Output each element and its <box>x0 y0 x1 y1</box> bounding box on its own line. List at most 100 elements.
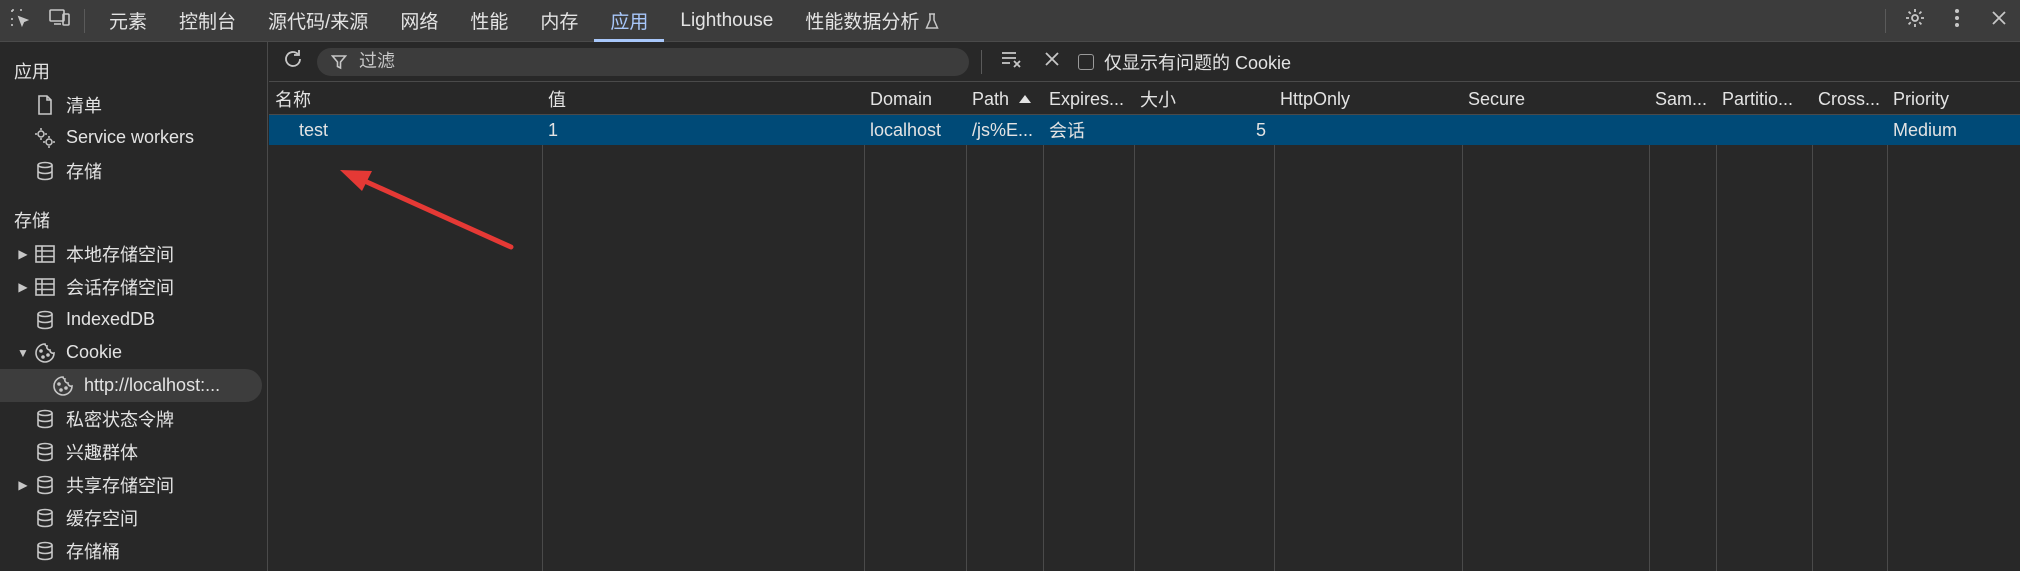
sidebar-item-indexeddb[interactable]: IndexedDB <box>0 303 267 336</box>
cookie-toolbar: 仅显示有问题的 Cookie <box>269 42 2020 82</box>
clear-filtered-icon <box>1000 49 1024 74</box>
section-title-application: 应用 <box>14 62 50 82</box>
database-icon <box>34 474 56 496</box>
database-icon <box>34 441 56 463</box>
column-divider[interactable] <box>1716 83 1717 571</box>
expand-arrow-icon[interactable]: ▶ <box>12 468 34 501</box>
column-header-httponly[interactable]: HttpOnly <box>1274 83 1462 115</box>
sidebar-item-private-state-tokens[interactable]: 私密状态令牌 <box>0 402 267 435</box>
column-divider[interactable] <box>1812 83 1813 571</box>
settings-button[interactable] <box>1894 0 1936 42</box>
sidebar-item-cookies[interactable]: ▼ Cookie <box>0 336 267 369</box>
tab-performance-insights[interactable]: 性能数据分析 <box>789 0 955 42</box>
device-toolbar-button[interactable] <box>40 0 80 42</box>
section-title-storage: 存储 <box>14 211 50 231</box>
toolbar-divider <box>84 8 85 33</box>
sidebar-item-label: 存储 <box>66 161 102 182</box>
column-header-expires[interactable]: Expires... <box>1043 83 1134 115</box>
database-icon <box>34 540 56 562</box>
filter-icon <box>331 54 347 70</box>
only-issues-checkbox[interactable] <box>1078 53 1094 70</box>
flask-icon <box>925 12 940 30</box>
column-header-domain[interactable]: Domain <box>864 83 966 115</box>
sidebar-item-local-storage[interactable]: ▶ 本地存储空间 <box>0 237 267 270</box>
more-options-button[interactable] <box>1936 0 1978 42</box>
gears-icon <box>34 127 56 149</box>
refresh-icon <box>282 48 304 75</box>
column-header-cross-site[interactable]: Cross... <box>1812 83 1887 115</box>
sidebar-item-session-storage[interactable]: ▶ 会话存储空间 <box>0 270 267 303</box>
column-divider[interactable] <box>864 83 865 571</box>
clear-filtered-cookies-button[interactable] <box>992 42 1032 82</box>
tab-application[interactable]: 应用 <box>594 0 665 42</box>
column-divider[interactable] <box>542 83 543 571</box>
tab-network[interactable]: 网络 <box>384 0 454 42</box>
database-icon <box>34 507 56 529</box>
collapse-arrow-icon[interactable]: ▼ <box>12 336 34 369</box>
cell-name: test <box>299 119 329 140</box>
column-header-path-label: Path <box>972 88 1010 109</box>
table-icon <box>34 276 56 298</box>
close-devtools-button[interactable] <box>1978 0 2020 42</box>
sidebar-item-label: IndexedDB <box>66 309 156 329</box>
database-icon <box>34 309 56 331</box>
sidebar-item-label: 清单 <box>66 95 102 116</box>
toolbar-divider <box>981 49 982 74</box>
column-divider[interactable] <box>966 83 967 571</box>
more-vertical-icon <box>1954 8 1960 33</box>
expand-arrow-icon[interactable]: ▶ <box>12 237 34 270</box>
column-header-partition-key[interactable]: Partitio... <box>1716 83 1812 115</box>
column-divider[interactable] <box>1134 83 1135 571</box>
tab-lighthouse[interactable]: Lighthouse <box>664 0 789 42</box>
tab-memory[interactable]: 内存 <box>524 0 594 42</box>
sidebar-item-shared-storage[interactable]: ▶ 共享存储空间 <box>0 468 267 501</box>
sidebar-item-label: 缓存空间 <box>66 508 138 529</box>
sidebar-item-label: 共享存储空间 <box>66 475 174 496</box>
column-header-samesite[interactable]: Sam... <box>1649 83 1716 115</box>
column-divider[interactable] <box>1887 83 1888 571</box>
sidebar-item-storage-buckets[interactable]: 存储桶 <box>0 534 267 567</box>
table-row[interactable]: test 1 localhost /js%E... 会话 5 Medium <box>269 115 2020 145</box>
tab-performance[interactable]: 性能 <box>454 0 524 42</box>
column-header-value[interactable]: 值 <box>542 83 864 115</box>
column-header-path[interactable]: Path <box>966 83 1043 115</box>
column-header-priority[interactable]: Priority <box>1887 83 2020 115</box>
expand-arrow-icon[interactable]: ▶ <box>12 270 34 303</box>
filter-box[interactable] <box>317 47 969 76</box>
sidebar-item-storage[interactable]: 存储 <box>0 154 267 187</box>
column-divider[interactable] <box>1043 83 1044 571</box>
tab-elements[interactable]: 元素 <box>93 0 163 42</box>
sidebar-item-label: 会话存储空间 <box>66 277 174 298</box>
refresh-button[interactable] <box>269 42 317 82</box>
database-icon <box>34 160 56 182</box>
column-divider[interactable] <box>1462 83 1463 571</box>
only-issues-toggle[interactable]: 仅显示有问题的 Cookie <box>1078 49 1291 75</box>
sidebar-item-label: http://localhost:... <box>84 375 221 395</box>
tab-console[interactable]: 控制台 <box>163 0 252 42</box>
sidebar-item-interest-groups[interactable]: 兴趣群体 <box>0 435 267 468</box>
column-header-secure[interactable]: Secure <box>1462 83 1649 115</box>
column-divider[interactable] <box>1274 83 1275 571</box>
sidebar-item-label: Cookie <box>66 342 123 362</box>
sidebar-item-cookie-localhost[interactable]: http://localhost:... <box>0 369 262 402</box>
column-divider[interactable] <box>1649 83 1650 571</box>
tab-sources[interactable]: 源代码/来源 <box>252 0 384 42</box>
column-header-name[interactable]: 名称 <box>269 83 542 115</box>
filter-input[interactable] <box>357 50 917 73</box>
inspect-element-button[interactable] <box>0 0 40 42</box>
toolbar-divider <box>1885 8 1886 33</box>
table-icon <box>34 243 56 265</box>
sidebar-item-label: 存储桶 <box>66 541 120 562</box>
close-icon <box>1991 10 2007 31</box>
delete-selected-button[interactable] <box>1032 42 1072 82</box>
sidebar-item-manifest[interactable]: 清单 <box>0 88 267 121</box>
sidebar-item-label: Service workers <box>66 127 195 147</box>
column-header-size[interactable]: 大小 <box>1134 83 1274 115</box>
sidebar-item-service-workers[interactable]: Service workers <box>0 121 267 154</box>
cell-path: /js%E... <box>972 119 1034 140</box>
device-mode-icon <box>48 7 72 34</box>
sidebar-item-cache-storage[interactable]: 缓存空间 <box>0 501 267 534</box>
devtools-tab-bar: 元素 控制台 源代码/来源 网络 性能 内存 应用 Lighthouse 性能数… <box>0 0 2020 42</box>
cookie-table: 名称 值 Domain Path Expires... 大小 HttpOnly … <box>269 83 2020 571</box>
cell-cross-site <box>1812 115 1887 145</box>
